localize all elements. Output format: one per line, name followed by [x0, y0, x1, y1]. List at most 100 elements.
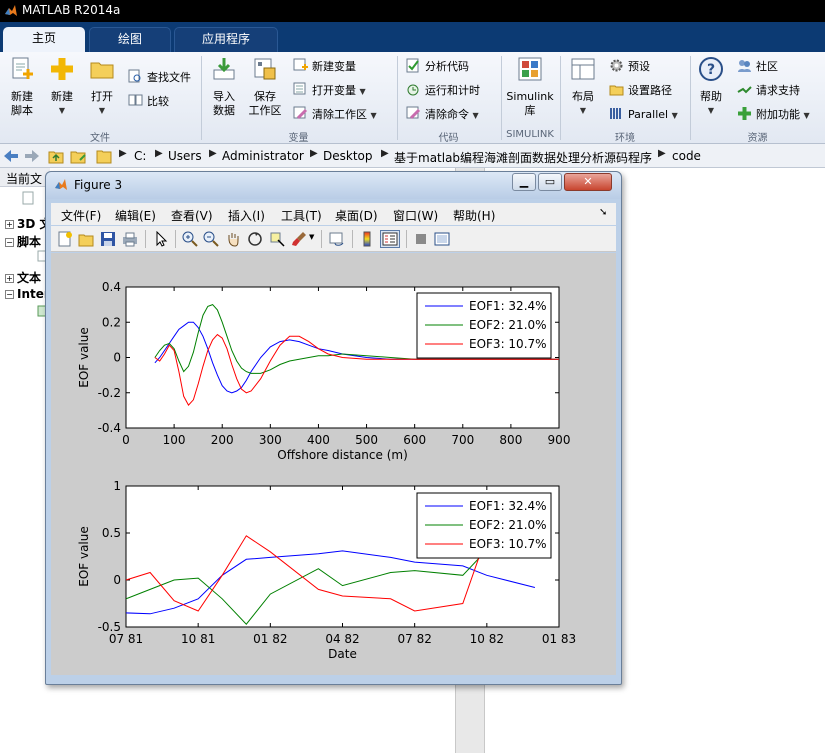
- open-variable-button[interactable]: 打开变量 ▼: [293, 82, 366, 100]
- new-variable-button[interactable]: 新建变量: [293, 58, 356, 75]
- parallel-label: Parallel: [628, 108, 669, 121]
- y-tick-label: -0.5: [98, 620, 121, 634]
- analyze-code-label: 分析代码: [425, 60, 469, 73]
- x-tick-label: 500: [355, 433, 378, 447]
- browse-folder-icon[interactable]: [70, 148, 88, 164]
- dock-arrow-icon[interactable]: ➘: [599, 207, 607, 218]
- tab-apps[interactable]: 应用程序: [174, 27, 278, 52]
- request-support-button[interactable]: 请求支持: [737, 82, 800, 99]
- data-cursor-icon[interactable]: [269, 231, 285, 247]
- community-button[interactable]: 社区: [737, 58, 778, 75]
- find-files-icon: [128, 69, 141, 83]
- save-workspace-label-1: 保存: [254, 90, 276, 103]
- x-tick-label: 07 81: [109, 632, 143, 646]
- run-and-time-button[interactable]: 运行和计时: [406, 82, 480, 99]
- x-tick-label: 04 82: [325, 632, 359, 646]
- add-ons-icon: [738, 107, 751, 120]
- group-divider: [690, 56, 691, 140]
- expand-box[interactable]: +: [5, 274, 14, 283]
- figure-canvas: 0 100 200 300 400 500 600 700 800 900 -0.4 -0.2 0 0.2…: [51, 253, 616, 675]
- compare-button[interactable]: 比较: [128, 93, 169, 110]
- show-plot-tools-icon[interactable]: [434, 231, 450, 247]
- maximize-button[interactable]: ▭: [538, 173, 562, 191]
- folder-row-scripts[interactable]: − 脚本: [5, 233, 41, 250]
- x-tick-label: 400: [307, 433, 330, 447]
- breadcrumb-desktop[interactable]: Desktop: [323, 149, 373, 163]
- figure-window: Figure 3 ▁ ▭ ✕ 文件(F) 编辑(E) 查看(V) 插入(I) 工…: [45, 171, 622, 685]
- folder-row-text[interactable]: + 文本: [5, 269, 41, 286]
- breadcrumb-users[interactable]: Users: [168, 149, 202, 163]
- x-tick-label: 01 82: [253, 632, 287, 646]
- brush-dropdown-icon[interactable]: ▼: [309, 233, 314, 241]
- back-arrow-icon[interactable]: [3, 149, 19, 163]
- new-button[interactable]: 新建 ▼: [44, 52, 80, 118]
- save-icon[interactable]: [100, 231, 116, 247]
- import-data-button[interactable]: 导入 数据: [205, 52, 243, 118]
- breadcrumb-administrator[interactable]: Administrator: [222, 149, 304, 163]
- new-figure-icon[interactable]: [57, 231, 73, 247]
- toolbar-separator: [321, 230, 322, 248]
- tab-home[interactable]: 主页: [3, 27, 85, 52]
- breadcrumb-c[interactable]: C:: [134, 149, 146, 163]
- open-file-icon[interactable]: [78, 231, 94, 247]
- help-button[interactable]: ? 帮助 ▼: [694, 52, 728, 118]
- folder-row-label: 脚本: [17, 235, 42, 249]
- brush-icon[interactable]: [291, 231, 307, 247]
- open-label: 打开: [91, 90, 113, 103]
- zoom-in-icon[interactable]: [182, 231, 198, 247]
- new-plus-icon: [51, 58, 73, 80]
- legend-toggle-icon[interactable]: [380, 230, 400, 248]
- expand-box[interactable]: +: [5, 220, 14, 229]
- menu-help[interactable]: 帮助(H): [453, 207, 495, 224]
- rotate-3d-icon[interactable]: [247, 231, 263, 247]
- run-and-time-icon: [407, 84, 419, 96]
- open-button[interactable]: 打开 ▼: [84, 52, 120, 118]
- toolbar-separator: [175, 230, 176, 248]
- layout-button[interactable]: 布局 ▼: [564, 52, 602, 118]
- up-folder-icon[interactable]: [48, 148, 64, 164]
- hide-plot-tools-icon[interactable]: [413, 231, 429, 247]
- menu-insert[interactable]: 插入(I): [228, 207, 265, 224]
- add-ons-button[interactable]: 附加功能 ▼: [737, 106, 810, 124]
- pointer-arrow-icon[interactable]: [153, 231, 169, 247]
- colorbar-icon[interactable]: [359, 231, 375, 247]
- breadcrumb-code[interactable]: code: [672, 149, 701, 163]
- analyze-code-button[interactable]: 分析代码: [406, 58, 469, 75]
- preferences-button[interactable]: 预设: [609, 58, 650, 75]
- clear-commands-icon: [406, 106, 421, 120]
- simulink-library-button[interactable]: Simulink 库: [504, 52, 556, 118]
- collapse-box[interactable]: −: [5, 290, 14, 299]
- x-tick-label: 10 81: [181, 632, 215, 646]
- forward-arrow-icon[interactable]: [24, 149, 40, 163]
- find-files-label: 查找文件: [147, 71, 191, 84]
- clear-commands-button[interactable]: 清除命令 ▼: [406, 106, 479, 124]
- minimize-button[interactable]: ▁: [512, 173, 536, 191]
- close-button[interactable]: ✕: [564, 173, 612, 191]
- tab-plots[interactable]: 绘图: [89, 27, 171, 52]
- collapse-box[interactable]: −: [5, 238, 14, 247]
- menu-tools[interactable]: 工具(T): [281, 207, 322, 224]
- find-files-button[interactable]: 查找文件: [128, 69, 191, 86]
- new-script-button[interactable]: 新建 脚本: [4, 52, 40, 118]
- menu-window[interactable]: 窗口(W): [393, 207, 438, 224]
- folder-row-inter[interactable]: − Inter: [5, 287, 50, 301]
- clear-workspace-icon: [293, 106, 308, 120]
- set-path-button[interactable]: 设置路径: [609, 82, 672, 99]
- link-plot-icon[interactable]: [329, 231, 345, 247]
- save-workspace-button[interactable]: 保存 工作区: [244, 52, 286, 118]
- parallel-icon: [610, 108, 621, 119]
- open-folder-icon: [90, 62, 114, 79]
- figure-title-bar[interactable]: Figure 3 ▁ ▭ ✕: [46, 172, 621, 199]
- x-tick-label: 0: [122, 433, 130, 447]
- print-icon[interactable]: [122, 231, 138, 247]
- zoom-out-icon[interactable]: [203, 231, 219, 247]
- menu-edit[interactable]: 编辑(E): [115, 207, 156, 224]
- menu-view[interactable]: 查看(V): [171, 207, 213, 224]
- breadcrumb-project-folder[interactable]: 基于matlab编程海滩剖面数据处理分析源码程序: [394, 149, 652, 166]
- tab-plots-label: 绘图: [117, 32, 142, 46]
- parallel-button[interactable]: Parallel ▼: [609, 106, 678, 124]
- menu-file[interactable]: 文件(F): [61, 207, 101, 224]
- menu-desktop[interactable]: 桌面(D): [335, 207, 378, 224]
- clear-workspace-button[interactable]: 清除工作区 ▼: [293, 106, 377, 124]
- pan-hand-icon[interactable]: [225, 231, 241, 247]
